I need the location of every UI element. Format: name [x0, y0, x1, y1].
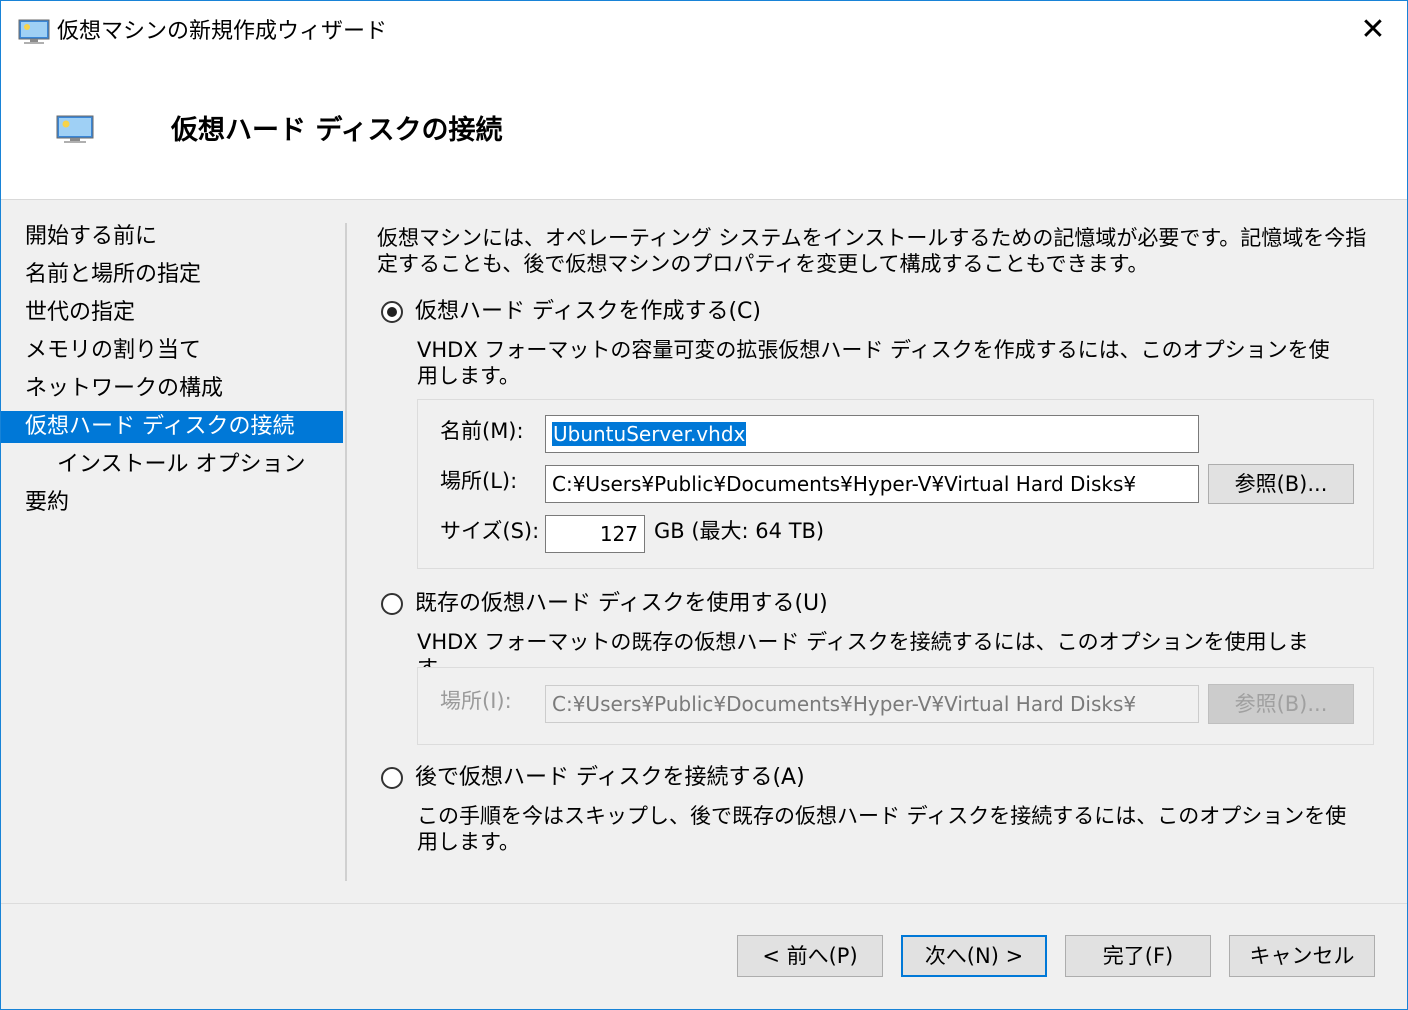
sidebar-item-generation[interactable]: 世代の指定 [1, 297, 343, 329]
existing-browse-button[interactable]: 参照(B)... [1208, 684, 1354, 724]
radio-later-label: 後で仮想ハード ディスクを接続する(A) [415, 765, 805, 790]
next-button[interactable]: 次へ(N) > [901, 935, 1047, 977]
create-description: VHDX フォーマットの容量可変の拡張仮想ハード ディスクを作成するには、このオ… [417, 338, 1330, 388]
sidebar-divider [345, 223, 347, 881]
radio-button[interactable] [381, 593, 403, 615]
radio-create-vhd[interactable]: 仮想ハード ディスクを作成する(C) [381, 297, 761, 327]
existing-location-input[interactable]: C:¥Users¥Public¥Documents¥Hyper-V¥Virtua… [545, 685, 1199, 723]
cancel-button[interactable]: キャンセル [1229, 935, 1375, 977]
size-label: サイズ(S): [440, 519, 540, 543]
wizard-window: 仮想マシンの新規作成ウィザード ✕ 仮想ハード ディスクの接続 開始する前に 名… [0, 0, 1408, 1010]
previous-button[interactable]: < 前へ(P) [737, 935, 883, 977]
radio-create-label: 仮想ハード ディスクを作成する(C) [415, 299, 761, 324]
sidebar-item-connect-vhd[interactable]: 仮想ハード ディスクの接続 [1, 411, 343, 443]
page-title: 仮想ハード ディスクの接続 [171, 115, 503, 146]
monitor-icon [56, 115, 94, 143]
radio-use-existing-vhd[interactable]: 既存の仮想ハード ディスクを使用する(U) [381, 589, 828, 619]
finish-button[interactable]: 完了(F) [1065, 935, 1211, 977]
radio-existing-label: 既存の仮想ハード ディスクを使用する(U) [415, 591, 828, 616]
radio-button[interactable] [381, 301, 403, 323]
existing-location-label: 場所(I): [440, 689, 512, 713]
size-unit-label: GB (最大: 64 TB) [654, 519, 825, 543]
page-header: 仮想ハード ディスクの接続 [1, 63, 1407, 200]
browse-button[interactable]: 参照(B)... [1208, 464, 1354, 504]
close-button[interactable]: ✕ [1353, 15, 1393, 47]
sidebar-item-networking[interactable]: ネットワークの構成 [1, 373, 343, 405]
sidebar-item-name-location[interactable]: 名前と場所の指定 [1, 259, 343, 291]
radio-attach-later[interactable]: 後で仮想ハード ディスクを接続する(A) [381, 763, 805, 793]
sidebar-item-install-options[interactable]: インストール オプション [1, 449, 343, 481]
name-label: 名前(M): [440, 419, 524, 443]
location-input[interactable]: C:¥Users¥Public¥Documents¥Hyper-V¥Virtua… [545, 465, 1199, 503]
monitor-icon [18, 19, 50, 44]
sidebar-item-before-you-begin[interactable]: 開始する前に [1, 221, 343, 253]
title-bar: 仮想マシンの新規作成ウィザード ✕ [1, 1, 1407, 63]
size-input[interactable]: 127 [545, 515, 645, 553]
sidebar-item-summary[interactable]: 要約 [1, 487, 343, 519]
location-label: 場所(L): [440, 469, 518, 493]
create-options-group: 名前(M): UbuntuServer.vhdx 場所(L): C:¥Users… [417, 399, 1374, 569]
radio-button[interactable] [381, 767, 403, 789]
sidebar-item-memory[interactable]: メモリの割り当て [1, 335, 343, 367]
name-input[interactable]: UbuntuServer.vhdx [545, 415, 1199, 453]
window-title: 仮想マシンの新規作成ウィザード [57, 19, 388, 44]
close-icon: ✕ [1360, 12, 1386, 47]
footer-divider [1, 903, 1407, 904]
later-description: この手順を今はスキップし、後で既存の仮想ハード ディスクを接続するには、このオプ… [417, 804, 1347, 854]
existing-options-group: 場所(I): C:¥Users¥Public¥Documents¥Hyper-V… [417, 667, 1374, 745]
intro-text: 仮想マシンには、オペレーティング システムをインストールするための記憶域が必要で… [377, 226, 1367, 276]
